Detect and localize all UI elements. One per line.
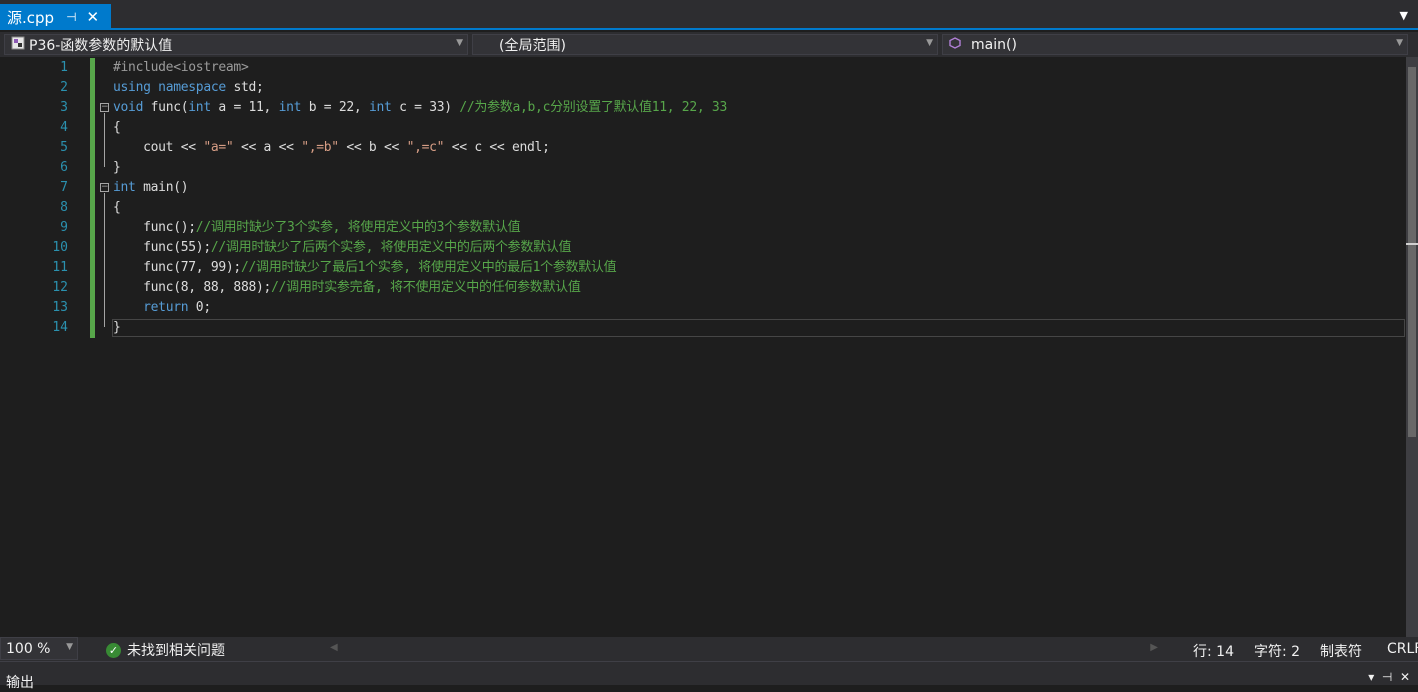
scroll-left-icon[interactable]: ◀: [330, 642, 338, 653]
zoom-value: 100 %: [6, 640, 51, 657]
chevron-down-icon[interactable]: ▼: [1400, 9, 1408, 22]
code-line: }: [113, 320, 121, 335]
horizontal-scrollbar[interactable]: ◀ ▶: [324, 642, 1164, 654]
code-line: using namespace std;: [113, 80, 264, 95]
tab-title: 源.cpp: [7, 8, 55, 27]
fold-guide: [104, 193, 105, 327]
chevron-down-icon: ▼: [66, 642, 73, 652]
char-indicator[interactable]: 字符: 2: [1254, 641, 1300, 661]
line-number: 12: [52, 280, 68, 295]
panel-controls[interactable]: ▾ ⊣ ✕: [1368, 670, 1410, 684]
pin-icon[interactable]: ⊣: [66, 10, 76, 24]
project-icon: [11, 36, 25, 54]
editor-status-bar: 100 % ▼ ✓ 未找到相关问题 ◀ ▶ 行: 14 字符: 2 制表符 CR…: [0, 637, 1418, 661]
line-number: 7: [60, 180, 68, 195]
project-label: P36-函数参数的默认值: [29, 37, 173, 54]
navigation-bar: P36-函数参数的默认值 ▼ (全局范围) ▼ main() ▼: [0, 32, 1418, 57]
line-number: 14: [52, 320, 68, 335]
line-ending-indicator[interactable]: CRLF: [1387, 641, 1418, 657]
tab-mode-indicator[interactable]: 制表符: [1320, 641, 1362, 661]
line-number: 11: [52, 260, 68, 275]
output-title: 输出: [6, 675, 34, 691]
line-number: 6: [60, 160, 68, 175]
code-line: {: [113, 200, 121, 215]
method-icon: [949, 36, 961, 53]
project-dropdown[interactable]: P36-函数参数的默认值 ▼: [4, 34, 468, 55]
collapse-icon[interactable]: −: [100, 103, 109, 112]
issues-indicator[interactable]: ✓ 未找到相关问题: [106, 640, 225, 660]
line-number: 5: [60, 140, 68, 155]
member-label: main(): [971, 36, 1017, 53]
code-line: #include<iostream>: [113, 60, 249, 75]
line-indicator[interactable]: 行: 14: [1193, 641, 1234, 661]
member-dropdown[interactable]: main() ▼: [942, 34, 1408, 55]
close-icon[interactable]: ✕: [87, 8, 100, 26]
code-line: func(8, 88, 888);//调用时实参完备, 将不使用定义中的任何参数…: [113, 280, 581, 295]
code-line: func(55);//调用时缺少了后两个实参, 将使用定义中的后两个参数默认值: [113, 240, 572, 255]
chevron-down-icon: ▼: [456, 38, 463, 48]
code-line: func();//调用时缺少了3个实参, 将使用定义中的3个参数默认值: [113, 220, 521, 235]
line-number: 1: [60, 60, 68, 75]
issues-text: 未找到相关问题: [127, 643, 225, 659]
line-number: 9: [60, 220, 68, 235]
line-number: 2: [60, 80, 68, 95]
line-number: 4: [60, 120, 68, 135]
output-panel-header: 输出 ▾ ⊣ ✕: [0, 661, 1418, 691]
code-line: void func(int a = 11, int b = 22, int c …: [113, 100, 727, 115]
current-line-highlight: [112, 319, 1405, 337]
change-tracking-bar: [90, 58, 95, 338]
line-number: 8: [60, 200, 68, 215]
code-line: cout << "a=" << a << ",=b" << b << ",=c"…: [113, 140, 550, 155]
scroll-right-icon[interactable]: ▶: [1150, 642, 1158, 653]
chevron-down-icon: ▼: [926, 38, 933, 48]
tab-source-cpp[interactable]: 源.cpp ⊣ ✕: [0, 4, 111, 30]
code-line: int main(): [113, 180, 189, 195]
collapse-icon[interactable]: −: [100, 183, 109, 192]
line-number: 13: [52, 300, 68, 315]
chevron-down-icon: ▼: [1396, 38, 1403, 48]
vertical-scrollbar[interactable]: [1406, 57, 1418, 637]
line-number: 3: [60, 100, 68, 115]
scope-label: (全局范围): [499, 37, 566, 54]
scope-dropdown[interactable]: (全局范围) ▼: [472, 34, 938, 55]
check-icon: ✓: [106, 642, 121, 658]
caret-position-marker: [1406, 243, 1418, 245]
code-editor[interactable]: 1 2 3 4 5 6 7 8 9 10 11 12 13 14 − − #in…: [0, 57, 1418, 637]
code-line: }: [113, 160, 121, 175]
fold-guide: [104, 113, 105, 167]
scrollbar-thumb[interactable]: [1408, 67, 1416, 437]
code-line: func(77, 99);//调用时缺少了最后1个实参, 将使用定义中的最后1个…: [113, 260, 617, 275]
line-number: 10: [52, 240, 68, 255]
code-line: return 0;: [143, 300, 211, 315]
document-tab-bar: 源.cpp ⊣ ✕ ▼: [0, 0, 1418, 30]
zoom-dropdown[interactable]: 100 % ▼: [0, 637, 78, 660]
code-line: {: [113, 120, 121, 135]
